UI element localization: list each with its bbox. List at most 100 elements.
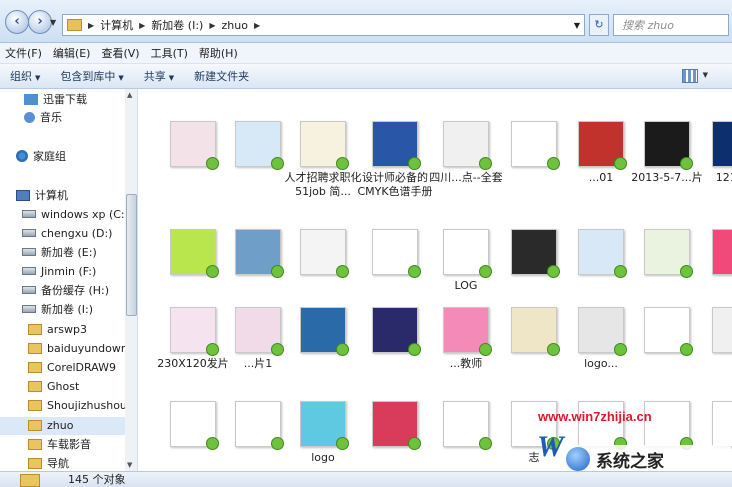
file-thumbnail[interactable] bbox=[300, 307, 349, 356]
nav-scrollbar[interactable]: ▲ ▼ bbox=[125, 89, 138, 471]
menu-help[interactable]: 帮助(H) bbox=[194, 45, 244, 61]
nav-label: 迅雷下载 bbox=[43, 93, 87, 106]
refresh-button[interactable]: ↻ bbox=[589, 14, 609, 36]
file-thumbnail[interactable] bbox=[235, 229, 284, 278]
chevron-down-icon: ▼ bbox=[118, 74, 124, 82]
nav-item-folder[interactable]: 导航 bbox=[0, 455, 125, 471]
file-thumbnail[interactable] bbox=[511, 229, 560, 278]
file-thumbnail[interactable] bbox=[372, 121, 421, 170]
breadcrumb-computer[interactable]: 计算机 bbox=[100, 17, 133, 33]
file-thumbnail[interactable] bbox=[300, 229, 349, 278]
shared-check-icon bbox=[271, 437, 284, 450]
file-thumbnail[interactable] bbox=[644, 229, 693, 278]
file-thumbnail[interactable] bbox=[443, 307, 492, 356]
file-thumbnail[interactable] bbox=[443, 229, 492, 278]
file-thumbnail[interactable] bbox=[443, 401, 492, 450]
nav-item-folder[interactable]: arswp3 bbox=[0, 321, 125, 339]
file-thumbnail[interactable] bbox=[712, 401, 732, 447]
shared-check-icon bbox=[479, 343, 492, 356]
file-thumbnail[interactable] bbox=[644, 307, 693, 356]
share-button[interactable]: 共享 ▼ bbox=[134, 68, 184, 84]
file-label: 四川...点--全套 bbox=[429, 171, 503, 184]
nav-item-folder[interactable]: Shoujizhushou bbox=[0, 397, 125, 415]
breadcrumb-separator-icon[interactable]: ▶ bbox=[88, 21, 94, 30]
nav-item-drive-c[interactable]: windows xp (C:) bbox=[0, 206, 126, 224]
file-thumbnail[interactable] bbox=[644, 401, 693, 450]
file-thumbnail[interactable] bbox=[170, 121, 219, 170]
status-count: 145 个对象 bbox=[68, 473, 126, 486]
include-library-button[interactable]: 包含到库中 ▼ bbox=[50, 68, 133, 84]
menu-file[interactable]: 文件(F) bbox=[0, 45, 48, 61]
shared-check-icon bbox=[547, 265, 560, 278]
breadcrumb-folder[interactable]: zhuo bbox=[222, 19, 248, 32]
nav-item-drive-d[interactable]: chengxu (D:) bbox=[0, 225, 125, 243]
file-thumbnail[interactable] bbox=[235, 121, 284, 170]
nav-item-zhuo-selected[interactable]: zhuo bbox=[0, 417, 125, 435]
menu-view[interactable]: 查看(V) bbox=[96, 45, 145, 61]
file-thumbnail[interactable] bbox=[578, 121, 627, 170]
shared-check-icon bbox=[408, 343, 421, 356]
file-thumbnail[interactable] bbox=[511, 307, 560, 356]
menu-tools[interactable]: 工具(T) bbox=[146, 45, 194, 61]
nav-item-folder[interactable]: baiduyundown bbox=[0, 340, 125, 358]
shared-check-icon bbox=[271, 265, 284, 278]
file-thumbnail[interactable] bbox=[235, 401, 284, 450]
file-thumbnail[interactable] bbox=[712, 229, 732, 275]
menu-edit[interactable]: 编辑(E) bbox=[48, 45, 97, 61]
forward-button[interactable]: › bbox=[28, 10, 52, 34]
file-thumbnail[interactable] bbox=[511, 121, 560, 170]
file-thumbnail[interactable] bbox=[644, 121, 693, 170]
folder-icon bbox=[67, 19, 82, 31]
file-thumbnail[interactable] bbox=[712, 121, 732, 167]
nav-item-computer[interactable]: 计算机 bbox=[0, 187, 125, 205]
breadcrumb-separator-icon[interactable]: ▶ bbox=[209, 21, 215, 30]
file-thumbnail[interactable] bbox=[300, 401, 349, 450]
file-thumbnail[interactable] bbox=[235, 307, 284, 356]
file-thumbnail[interactable] bbox=[170, 229, 219, 278]
back-button[interactable]: ‹ bbox=[5, 10, 29, 34]
folder-icon bbox=[28, 400, 42, 411]
nav-item-drive-h[interactable]: 备份缓存 (H:) bbox=[0, 282, 125, 300]
nav-item-drive-i[interactable]: 新加卷 (I:) bbox=[0, 301, 125, 319]
nav-label: windows xp (C:) bbox=[41, 208, 126, 221]
breadcrumb-separator-icon[interactable]: ▶ bbox=[254, 21, 260, 30]
nav-item-folder[interactable]: Ghost bbox=[0, 378, 125, 396]
nav-item-xunlei[interactable]: 迅雷下载 bbox=[0, 91, 125, 109]
nav-label: 计算机 bbox=[35, 189, 68, 202]
address-dropdown-icon[interactable]: ▼ bbox=[574, 21, 580, 30]
file-thumbnail[interactable] bbox=[372, 229, 421, 278]
view-options-icon[interactable] bbox=[682, 69, 698, 83]
file-thumbnail[interactable] bbox=[578, 229, 627, 278]
shared-check-icon bbox=[479, 437, 492, 450]
nav-item-folder[interactable]: CorelDRAW9 bbox=[0, 359, 125, 377]
nav-item-drive-e[interactable]: 新加卷 (E:) bbox=[0, 244, 125, 262]
file-thumbnail[interactable] bbox=[443, 121, 492, 170]
organize-button[interactable]: 组织 ▼ bbox=[0, 68, 50, 84]
file-thumbnail[interactable] bbox=[170, 307, 219, 356]
scroll-thumb[interactable] bbox=[126, 194, 137, 316]
file-thumbnail[interactable] bbox=[712, 307, 732, 353]
file-thumbnail[interactable] bbox=[372, 307, 421, 356]
shared-check-icon bbox=[614, 343, 627, 356]
scroll-down-icon[interactable]: ▼ bbox=[127, 461, 132, 469]
shared-check-icon bbox=[336, 157, 349, 170]
new-folder-button[interactable]: 新建文件夹 bbox=[184, 68, 259, 84]
file-thumbnail[interactable] bbox=[170, 401, 219, 450]
nav-item-folder[interactable]: 车载影音 bbox=[0, 436, 125, 454]
organize-label: 组织 bbox=[10, 70, 32, 83]
breadcrumb-separator-icon[interactable]: ▶ bbox=[139, 21, 145, 30]
file-label: 人才招聘求职化51job 简... bbox=[284, 171, 362, 198]
shared-check-icon bbox=[479, 157, 492, 170]
breadcrumb-drive[interactable]: 新加卷 (I:) bbox=[151, 17, 203, 33]
file-thumbnail[interactable] bbox=[372, 401, 421, 450]
search-input[interactable]: 搜索 zhuo bbox=[613, 14, 729, 36]
file-thumbnail[interactable] bbox=[578, 307, 627, 356]
address-field[interactable]: ▶ 计算机 ▶ 新加卷 (I:) ▶ zhuo ▶ ▼ bbox=[62, 14, 585, 36]
nav-item-music[interactable]: 音乐 bbox=[0, 109, 125, 127]
nav-item-homegroup[interactable]: 家庭组 bbox=[0, 148, 125, 166]
view-dropdown-icon[interactable]: ▼ bbox=[703, 71, 708, 79]
nav-item-drive-f[interactable]: Jinmin (F:) bbox=[0, 263, 125, 281]
scroll-up-icon[interactable]: ▲ bbox=[127, 91, 132, 99]
recent-pages-dropdown[interactable]: ▼ bbox=[50, 18, 56, 27]
file-thumbnail[interactable] bbox=[300, 121, 349, 170]
